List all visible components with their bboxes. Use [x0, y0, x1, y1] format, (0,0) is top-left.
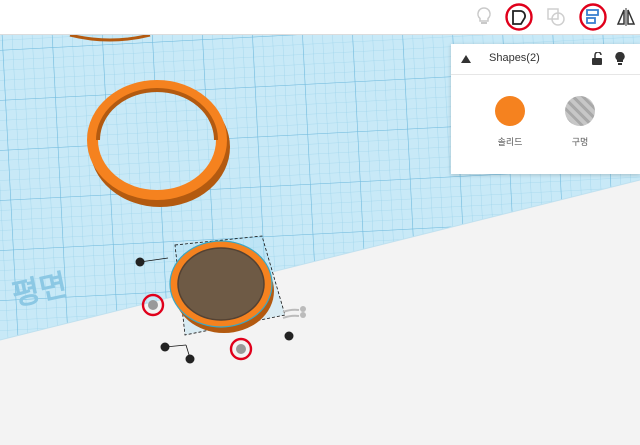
lightbulb-icon[interactable] — [470, 3, 498, 31]
top-toolbar — [0, 0, 640, 35]
shapes-panel-header: Shapes(2) — [451, 44, 640, 75]
hole-swatch[interactable] — [565, 96, 595, 126]
shapes-panel-title: Shapes(2) — [489, 52, 540, 64]
hole-label: 구멍 — [571, 137, 589, 147]
bottom-handle[interactable] — [229, 337, 253, 361]
rotate-handle[interactable] — [282, 306, 306, 319]
align-icon[interactable] — [579, 3, 607, 31]
group-icon[interactable] — [505, 3, 533, 31]
mirror-icon[interactable] — [612, 3, 640, 31]
corner-handle[interactable] — [160, 342, 170, 352]
solid-label: 솔리드 — [497, 137, 523, 147]
ungroup-icon[interactable] — [542, 3, 570, 31]
corner-handle[interactable] — [185, 354, 195, 364]
corner-handle[interactable] — [284, 331, 294, 341]
shapes-panel: Shapes(2) 솔리드 구멍 — [451, 44, 640, 174]
corner-handle[interactable] — [135, 257, 145, 267]
solid-swatch[interactable] — [495, 96, 525, 126]
lightbulb-icon[interactable] — [614, 51, 626, 66]
collapse-arrow-icon[interactable] — [461, 55, 471, 63]
lock-icon[interactable] — [591, 52, 603, 66]
